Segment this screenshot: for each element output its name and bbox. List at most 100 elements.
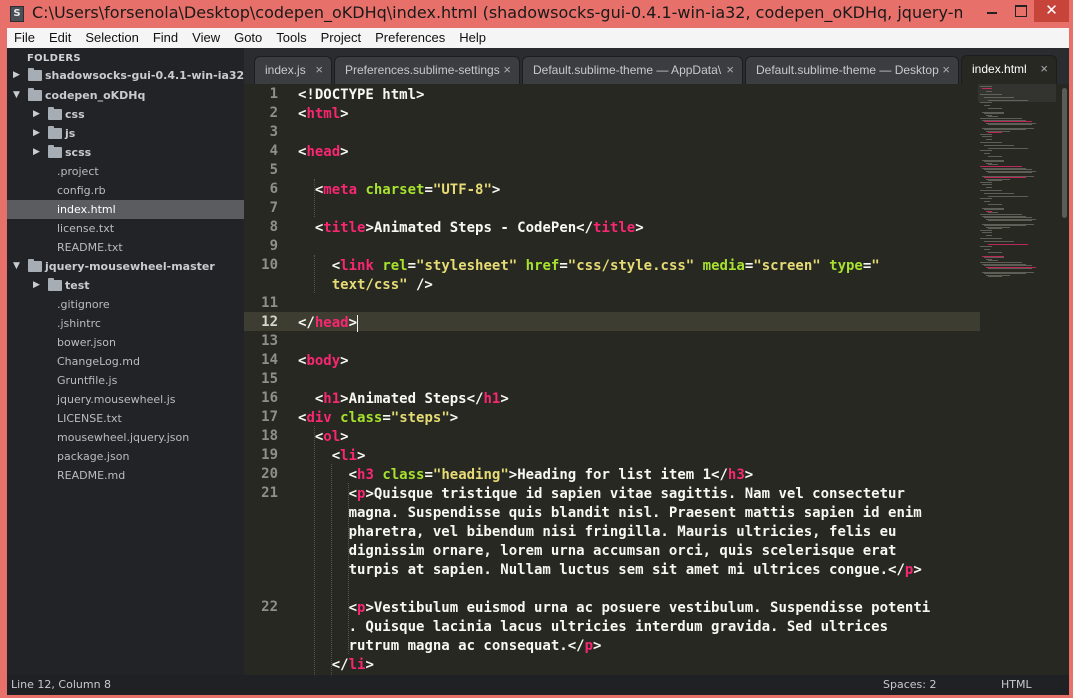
code-token: = <box>407 258 417 274</box>
syntax-selector[interactable]: HTML <box>1001 675 1032 695</box>
sidebar-file[interactable]: config.rb <box>7 181 244 200</box>
sidebar-file[interactable]: LICENSE.txt <box>7 409 244 428</box>
close-tab-icon[interactable]: × <box>315 57 323 83</box>
menu-preferences[interactable]: Preferences <box>368 28 452 48</box>
sidebar-folder[interactable]: ▶ shadowsocks-gui-0.4.1-win-ia32 <box>7 66 244 85</box>
close-tab-icon[interactable]: × <box>942 57 950 83</box>
menu-goto[interactable]: Goto <box>227 28 269 48</box>
scrollbar-thumb[interactable] <box>1062 88 1067 218</box>
sidebar-file[interactable]: Gruntfile.js <box>7 371 244 390</box>
sidebar-file[interactable]: README.md <box>7 466 244 485</box>
minimize-button[interactable] <box>977 0 1007 22</box>
code-token: li <box>348 657 366 673</box>
sidebar-folder[interactable]: ▶ scss <box>7 143 244 162</box>
disclosure-collapsed-icon[interactable]: ▶ <box>33 105 40 124</box>
code-line: <p>Vestibulum euismod urna ac posuere ve… <box>298 599 931 618</box>
disclosure-collapsed-icon[interactable]: ▶ <box>33 276 40 295</box>
code-token: <!DOCTYPE html> <box>298 87 425 103</box>
line-number: 5 <box>269 162 278 178</box>
disclosure-expanded-icon[interactable]: ▼ <box>13 257 20 276</box>
code-token: < <box>298 486 358 502</box>
minimap-line <box>980 198 992 199</box>
code-line: <link rel="stylesheet" href="css/style.c… <box>298 257 880 276</box>
tab-preferences-settings[interactable]: Preferences.sublime-settings × <box>334 56 520 84</box>
line-number: 15 <box>261 371 278 387</box>
sidebar-file[interactable]: .project <box>7 162 244 181</box>
disclosure-collapsed-icon[interactable]: ▶ <box>13 66 20 85</box>
disclosure-collapsed-icon[interactable]: ▶ <box>33 143 40 162</box>
close-window-button[interactable]: ✕ <box>1034 0 1069 22</box>
sidebar-file[interactable]: bower.json <box>7 333 244 352</box>
indentation-setting[interactable]: Spaces: 2 <box>883 675 936 695</box>
menu-selection[interactable]: Selection <box>78 28 145 48</box>
minimap-line <box>988 276 1002 278</box>
sidebar-item-label: scss <box>65 146 92 159</box>
sidebar-file[interactable]: index.html <box>7 200 244 219</box>
sidebar-file[interactable]: .gitignore <box>7 295 244 314</box>
tab-index-html[interactable]: index.html × <box>961 55 1057 84</box>
disclosure-expanded-icon[interactable]: ▼ <box>13 86 20 105</box>
code-token: class <box>340 410 383 426</box>
code-token: " <box>871 258 880 274</box>
sidebar-item-label: LICENSE.txt <box>57 412 122 425</box>
minimap-line <box>988 196 1028 198</box>
menu-find[interactable]: Find <box>146 28 185 48</box>
disclosure-collapsed-icon[interactable]: ▶ <box>33 124 40 143</box>
menu-tools[interactable]: Tools <box>269 28 313 48</box>
maximize-button[interactable] <box>1007 0 1034 22</box>
sidebar-folder[interactable]: ▶ css <box>7 105 244 124</box>
sublime-app-icon[interactable]: S <box>10 6 24 22</box>
code-line: magna. Suspendisse quis blandit nisl. Pr… <box>298 504 922 523</box>
code-token: < <box>298 258 341 274</box>
code-token: charset <box>365 182 425 198</box>
menu-help[interactable]: Help <box>452 28 493 48</box>
minimap[interactable] <box>978 84 1058 675</box>
minimap-line <box>980 190 1002 191</box>
code-token: "stylesheet" <box>416 258 518 274</box>
code-token: > <box>340 429 349 445</box>
minimap-line <box>988 108 1002 110</box>
cursor-position: Line 12, Column 8 <box>11 678 112 691</box>
sidebar-item-label: shadowsocks-gui-0.4.1-win-ia32 <box>45 69 244 82</box>
sidebar-file[interactable]: package.json <box>7 447 244 466</box>
menu-view[interactable]: View <box>185 28 227 48</box>
sidebar-file[interactable]: mousewheel.jquery.json <box>7 428 244 447</box>
menu-file[interactable]: File <box>7 28 42 48</box>
vertical-scrollbar[interactable] <box>1060 84 1068 675</box>
line-number: 9 <box>269 238 278 254</box>
code-token: > <box>500 391 509 407</box>
sidebar-folder[interactable]: ▶ js <box>7 124 244 143</box>
code-editor[interactable]: 1234567891011121314151617181920212223 <!… <box>244 84 1069 675</box>
sidebar-file[interactable]: README.txt <box>7 238 244 257</box>
sidebar-file[interactable]: ChangeLog.md <box>7 352 244 371</box>
sidebar-folder[interactable]: ▼ codepen_oKDHq <box>7 86 244 105</box>
minimap-line <box>988 124 1032 126</box>
close-tab-icon[interactable]: × <box>726 57 734 83</box>
line-number: 20 <box>261 466 278 482</box>
line-number-gutter: 1234567891011121314151617181920212223 <box>244 84 288 675</box>
code-line: <ol> <box>298 428 349 447</box>
minimap-line <box>988 100 1028 102</box>
sidebar-folder[interactable]: ▶ test <box>7 276 244 295</box>
menu-project[interactable]: Project <box>314 28 368 48</box>
close-tab-icon[interactable]: × <box>1040 56 1048 82</box>
code-token: = <box>559 258 568 274</box>
code-line: <html> <box>298 105 349 124</box>
close-tab-icon[interactable]: × <box>503 57 511 83</box>
tab-default-theme-desktop[interactable]: Default.sublime-theme — Desktop × <box>745 56 959 84</box>
sidebar-file[interactable]: license.txt <box>7 219 244 238</box>
code-token: text/css" <box>298 277 408 293</box>
code-token: "UTF-8" <box>432 182 492 198</box>
sidebar-item-label: package.json <box>57 450 130 463</box>
code-area[interactable]: <!DOCTYPE html> <html> <head> <meta charse… <box>298 84 978 675</box>
menu-edit[interactable]: Edit <box>42 28 78 48</box>
tab-default-theme-appdata[interactable]: Default.sublime-theme — AppData\ × <box>522 56 743 84</box>
code-token: magna. Suspendisse quis blandit nisl. Pr… <box>298 505 922 521</box>
sidebar-file[interactable]: jquery.mousewheel.js <box>7 390 244 409</box>
code-token: head <box>306 144 341 160</box>
sidebar-file[interactable]: .jshintrc <box>7 314 244 333</box>
tab-index-js[interactable]: index.js × <box>254 56 332 84</box>
sidebar-folder[interactable]: ▼ jquery-mousewheel-master <box>7 257 244 276</box>
code-token: p <box>584 638 594 654</box>
